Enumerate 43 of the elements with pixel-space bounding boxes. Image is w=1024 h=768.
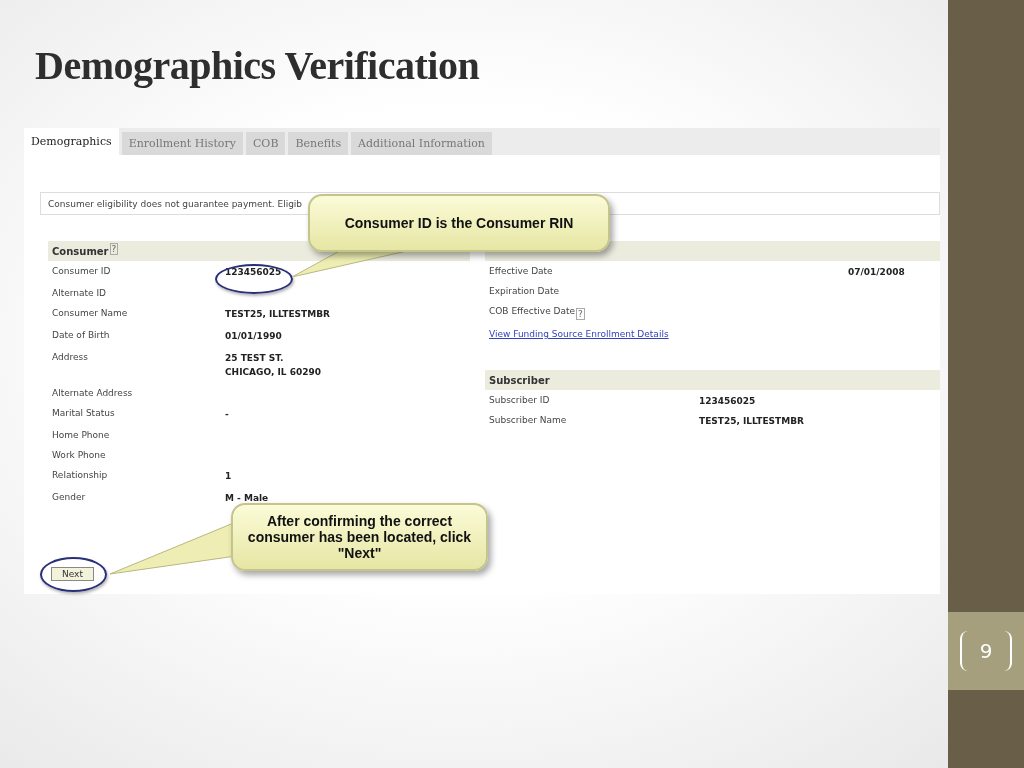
field-label: COB Effective Date [489, 306, 576, 316]
slide-title: Demographics Verification [35, 42, 481, 90]
field-value: 07/01/2008 [848, 266, 905, 279]
field-label: Consumer Name [52, 308, 129, 318]
highlight-ellipse [40, 557, 107, 592]
enrollment-details-link[interactable]: View Funding Source Enrollment Details [489, 329, 669, 339]
field-label: Home Phone [52, 430, 111, 440]
field-label: Marital Status [52, 408, 116, 418]
field-value: TEST25, ILLTESTMBR [699, 415, 804, 428]
field-label: Date of Birth [52, 330, 111, 340]
section-title: Consumer [52, 245, 109, 257]
field-value: 25 TEST ST. CHICAGO, IL 60290 [225, 352, 321, 379]
tab[interactable]: Additional Information [351, 132, 492, 155]
field-label: Alternate Address [52, 388, 134, 398]
field-label: Address [52, 352, 89, 362]
field-label: Relationship [52, 470, 109, 480]
field-label: Alternate ID [52, 288, 107, 298]
help-icon[interactable]: ? [576, 308, 585, 320]
tab[interactable]: Demographics [24, 128, 119, 155]
next-button[interactable]: Next [51, 567, 94, 581]
field-value: 01/01/1990 [225, 330, 282, 343]
field-label: Subscriber Name [489, 415, 567, 425]
tab[interactable]: COB [245, 132, 286, 155]
page-number: 9 [959, 631, 1013, 671]
field-value: 123456025 [225, 266, 282, 279]
callout-text: After confirming the correct consumer has been located, click "Next" [246, 513, 473, 561]
field-value: M - Male [225, 492, 269, 505]
field-value: 123456025 [699, 395, 756, 408]
section-title: Subscriber [489, 374, 550, 386]
callout-text: Consumer ID is the Consumer RIN [344, 215, 574, 231]
field-value: - [225, 408, 229, 421]
field-value: 1 [225, 470, 232, 483]
tab[interactable]: Benefits [288, 132, 349, 155]
help-icon[interactable]: ? [109, 243, 119, 255]
field-label: Expiration Date [489, 286, 560, 296]
field-label: Gender [52, 492, 87, 502]
field-label: Effective Date [489, 266, 553, 276]
field-value: TEST25, ILLTESTMBR [225, 308, 330, 321]
disclaimer-text: Consumer eligibility does not guarantee payment. Eligib [48, 198, 303, 209]
field-label: Subscriber ID [489, 395, 550, 405]
field-label: Work Phone [52, 450, 107, 460]
field-label: Consumer ID [52, 266, 112, 276]
tab[interactable]: Enrollment History [121, 132, 243, 155]
